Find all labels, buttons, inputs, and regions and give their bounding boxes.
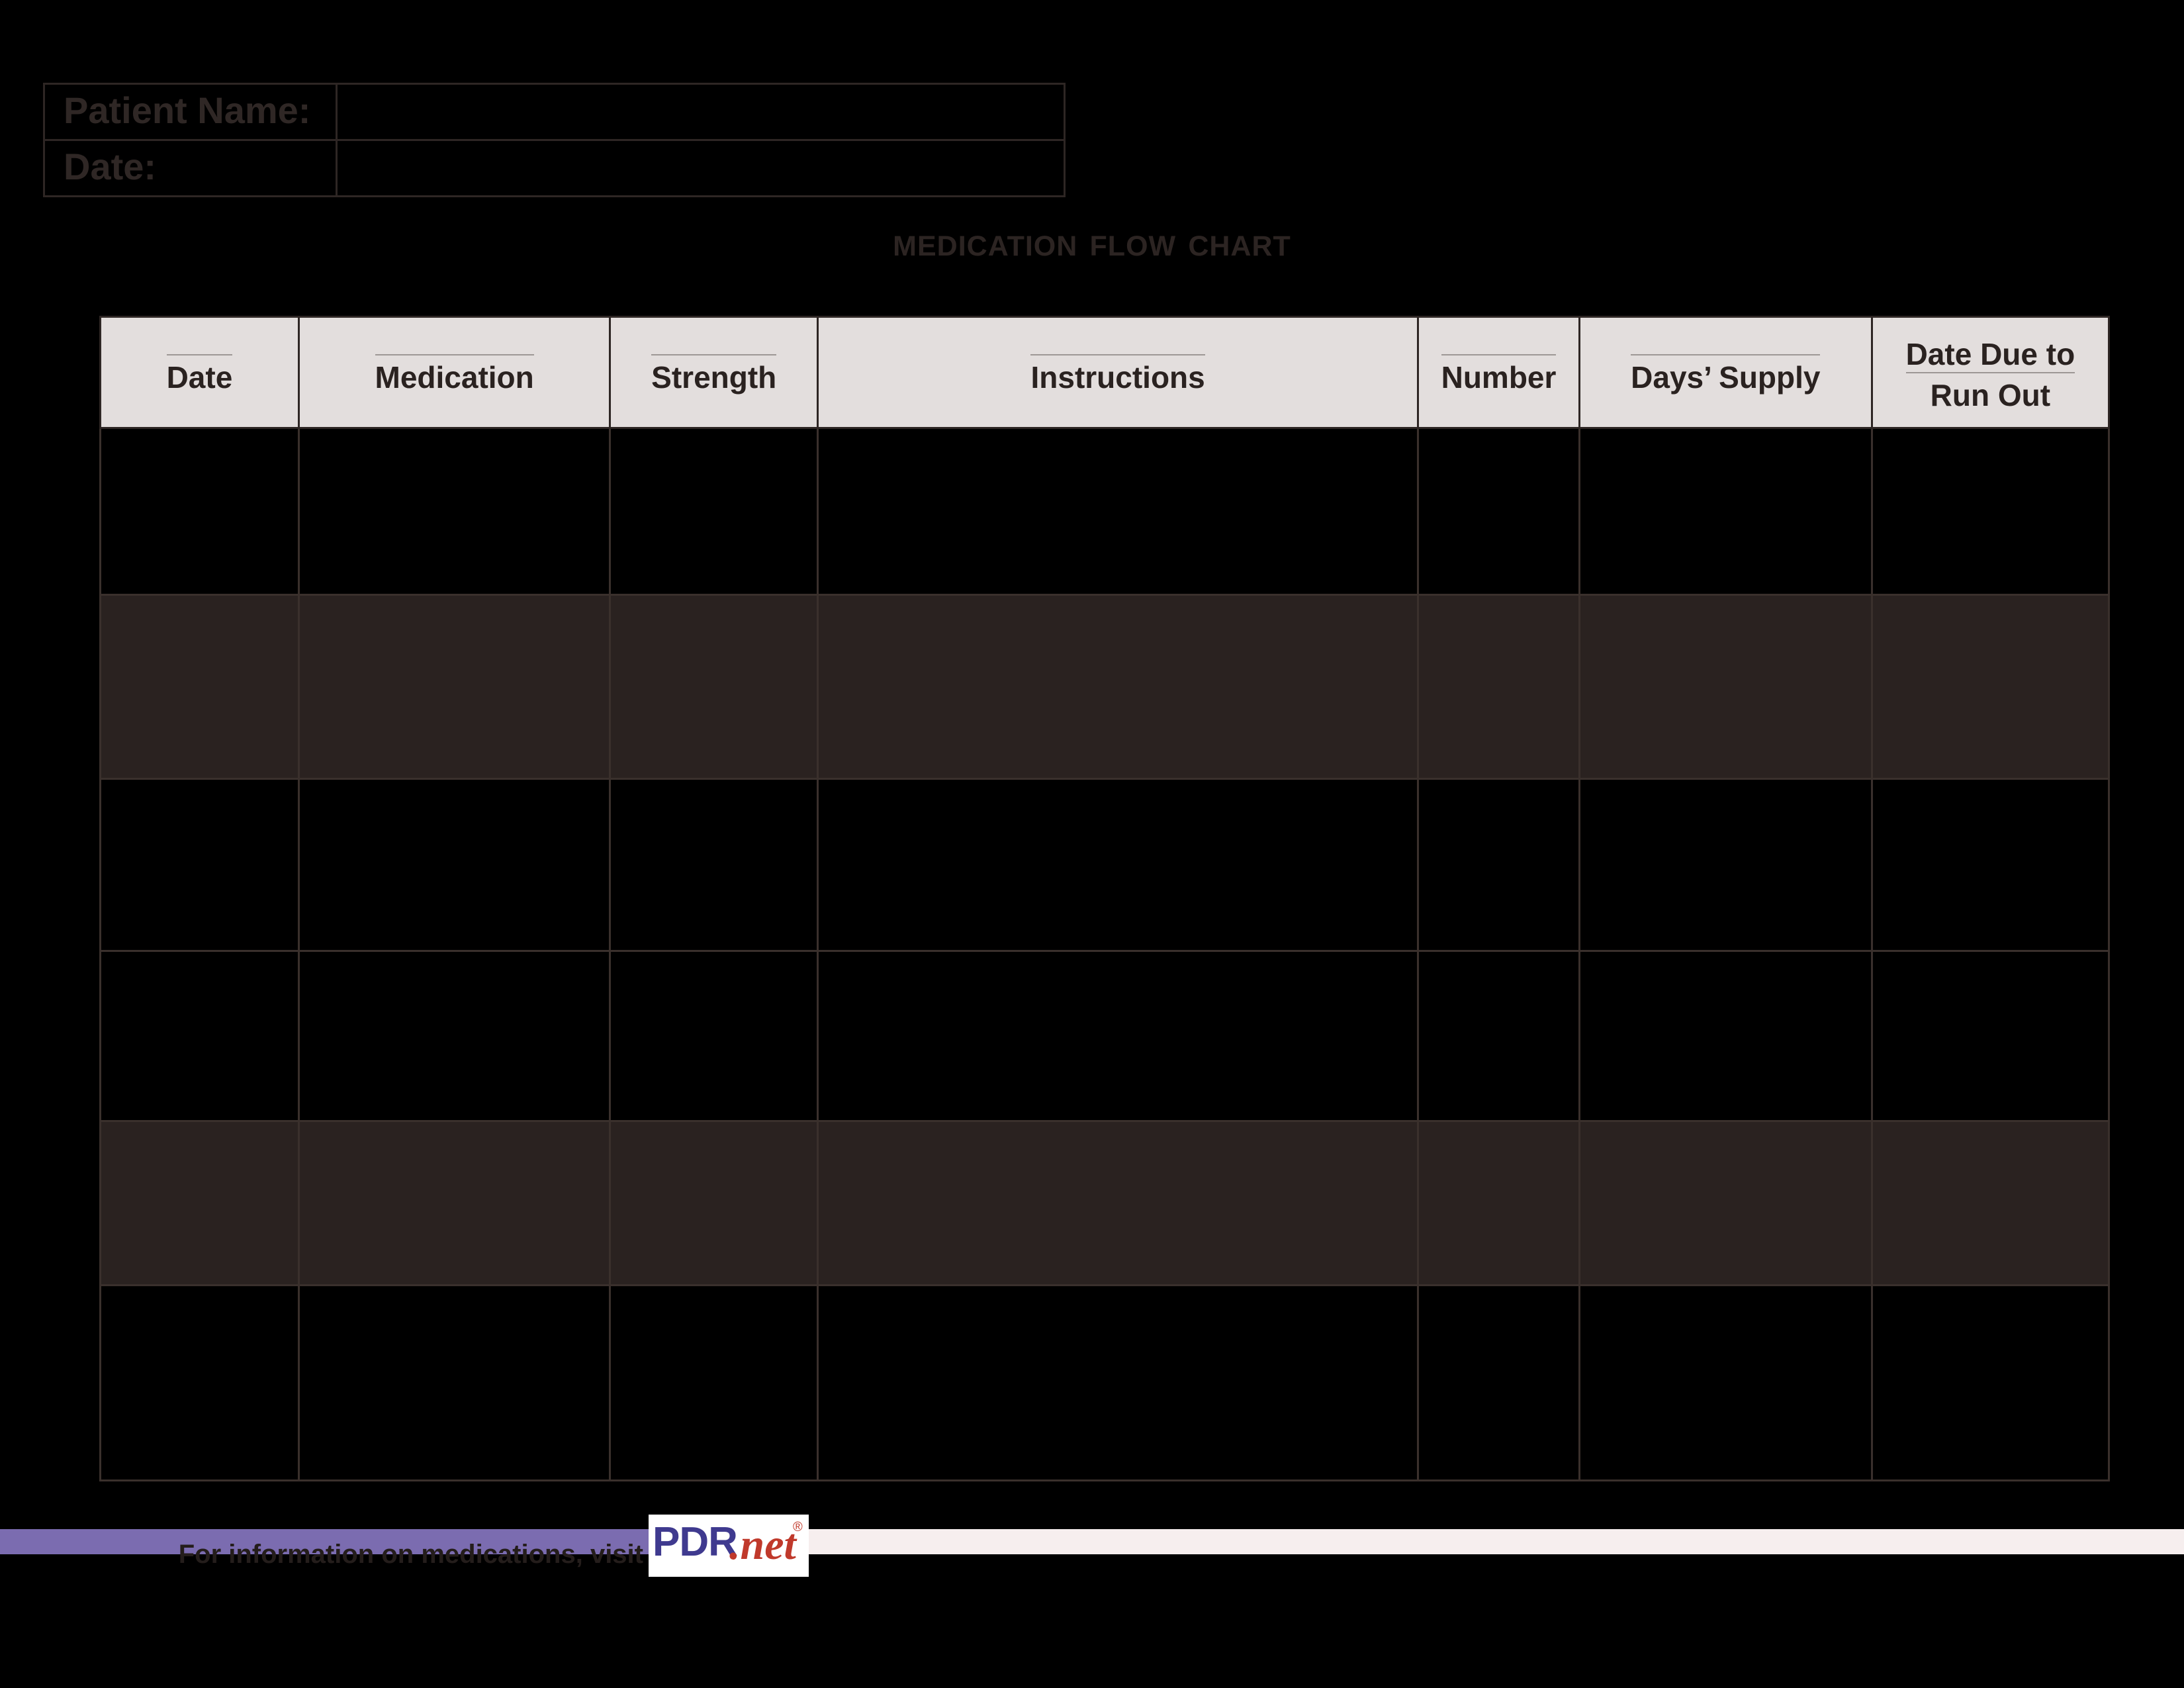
column-header-label: Days’ Supply xyxy=(1631,359,1821,395)
cell-instructions[interactable] xyxy=(817,427,1420,596)
cell-date[interactable] xyxy=(99,950,300,1122)
header-rule xyxy=(651,353,777,355)
cell-medication[interactable] xyxy=(297,594,612,780)
cell-strength[interactable] xyxy=(609,778,819,952)
cell-date-due[interactable] xyxy=(1870,594,2111,780)
cell-medication[interactable] xyxy=(297,427,612,596)
footer: For information on medications, visit xyxy=(0,1520,2184,1626)
cell-instructions[interactable] xyxy=(817,1120,1420,1286)
date-row: Date: xyxy=(45,139,1064,195)
table-row xyxy=(99,950,2111,1122)
cell-date[interactable] xyxy=(99,1284,300,1481)
table-body xyxy=(99,427,2111,1481)
page-title: Medication Flow Chart xyxy=(893,219,1291,265)
header-rule xyxy=(1030,353,1205,355)
cell-strength[interactable] xyxy=(609,1284,819,1481)
cell-days-supply[interactable] xyxy=(1578,1284,1873,1481)
cell-number[interactable] xyxy=(1417,950,1580,1122)
table-row xyxy=(99,1120,2111,1286)
cell-date-due[interactable] xyxy=(1870,1284,2111,1481)
cell-number[interactable] xyxy=(1417,778,1580,952)
pdr-logo-secondary: .net xyxy=(729,1521,796,1569)
cell-days-supply[interactable] xyxy=(1578,950,1873,1122)
footer-text: For information on medications, visit xyxy=(178,1540,643,1569)
column-header-label-line1: Date Due to xyxy=(1905,336,2075,371)
medication-flow-table: Date Medication Strength Instructions Nu… xyxy=(99,316,2111,1481)
cell-instructions[interactable] xyxy=(817,778,1420,952)
cell-medication[interactable] xyxy=(297,1284,612,1481)
cell-date[interactable] xyxy=(99,427,300,596)
cell-date-due[interactable] xyxy=(1870,950,2111,1122)
cell-number[interactable] xyxy=(1417,594,1580,780)
column-header-strength: Strength xyxy=(609,316,819,429)
footer-light-strip xyxy=(649,1529,2184,1554)
column-header-date-due-to-run-out: Date Due to Run Out xyxy=(1870,316,2111,429)
patient-info-box: Patient Name: Date: xyxy=(43,83,1066,197)
cell-strength[interactable] xyxy=(609,594,819,780)
cell-days-supply[interactable] xyxy=(1578,427,1873,596)
table-row xyxy=(99,778,2111,952)
header-rule xyxy=(1441,353,1557,355)
column-header-label: Medication xyxy=(375,359,534,395)
cell-date-due[interactable] xyxy=(1870,1120,2111,1286)
column-header-label: Number xyxy=(1441,359,1557,395)
cell-date[interactable] xyxy=(99,778,300,952)
table-row xyxy=(99,1284,2111,1481)
cell-strength[interactable] xyxy=(609,1120,819,1286)
patient-name-field[interactable] xyxy=(338,85,1064,139)
cell-strength[interactable] xyxy=(609,427,819,596)
cell-strength[interactable] xyxy=(609,950,819,1122)
column-header-instructions: Instructions xyxy=(817,316,1420,429)
column-header-days-supply: Days’ Supply xyxy=(1578,316,1873,429)
column-header-label: Instructions xyxy=(1030,359,1205,395)
patient-name-label: Patient Name: xyxy=(45,85,338,139)
cell-medication[interactable] xyxy=(297,950,612,1122)
cell-date[interactable] xyxy=(99,1120,300,1286)
cell-number[interactable] xyxy=(1417,1284,1580,1481)
cell-instructions[interactable] xyxy=(817,594,1420,780)
cell-days-supply[interactable] xyxy=(1578,1120,1873,1286)
patient-name-row: Patient Name: xyxy=(45,85,1064,139)
header-rule xyxy=(375,353,534,355)
column-header-label-line2: Run Out xyxy=(1930,377,2051,412)
header-rule xyxy=(1905,371,2075,373)
table-header-row: Date Medication Strength Instructions Nu… xyxy=(99,316,2111,429)
cell-date-due[interactable] xyxy=(1870,427,2111,596)
date-field[interactable] xyxy=(338,141,1064,195)
cell-days-supply[interactable] xyxy=(1578,778,1873,952)
cell-instructions[interactable] xyxy=(817,950,1420,1122)
column-header-date: Date xyxy=(99,316,300,429)
column-header-label: Date xyxy=(166,359,233,395)
pdr-net-logo[interactable]: PDR .net ® xyxy=(649,1515,809,1577)
header-rule xyxy=(1631,353,1821,355)
cell-number[interactable] xyxy=(1417,427,1580,596)
cell-number[interactable] xyxy=(1417,1120,1580,1286)
header-rule xyxy=(166,353,233,355)
registered-trademark-icon: ® xyxy=(793,1520,803,1534)
cell-medication[interactable] xyxy=(297,1120,612,1286)
cell-instructions[interactable] xyxy=(817,1284,1420,1481)
pdr-logo-primary: PDR xyxy=(653,1519,738,1565)
cell-medication[interactable] xyxy=(297,778,612,952)
table-row xyxy=(99,594,2111,780)
cell-date-due[interactable] xyxy=(1870,778,2111,952)
column-header-label: Strength xyxy=(651,359,777,395)
date-label: Date: xyxy=(45,141,338,195)
cell-days-supply[interactable] xyxy=(1578,594,1873,780)
table-row xyxy=(99,427,2111,596)
column-header-number: Number xyxy=(1417,316,1580,429)
column-header-medication: Medication xyxy=(297,316,612,429)
cell-date[interactable] xyxy=(99,594,300,780)
